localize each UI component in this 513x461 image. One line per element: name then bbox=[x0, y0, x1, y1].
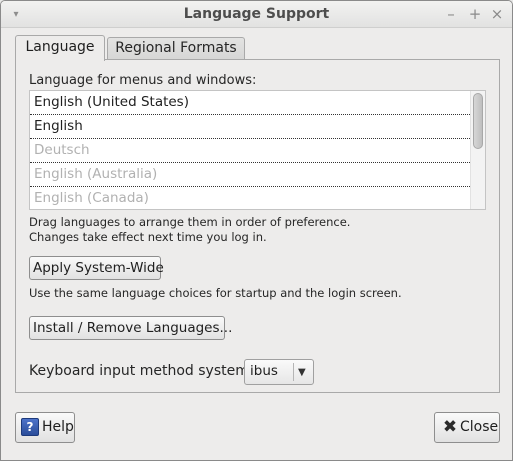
language-list-item[interactable]: English (Australia) bbox=[30, 163, 470, 187]
language-list[interactable]: English (United States) English Deutsch … bbox=[29, 90, 486, 210]
language-list-item[interactable]: Deutsch bbox=[30, 139, 470, 163]
help-button-label: Help bbox=[42, 419, 74, 435]
close-icon: ✖ bbox=[442, 417, 458, 437]
combo-divider bbox=[293, 363, 294, 381]
chevron-down-icon: ▼ bbox=[298, 367, 306, 378]
minimize-button[interactable]: – bbox=[443, 5, 459, 23]
help-button[interactable]: ? Help bbox=[15, 412, 75, 443]
language-list-item[interactable]: English bbox=[30, 115, 470, 139]
window-title: Language Support bbox=[183, 6, 330, 22]
language-list-item[interactable]: English (Canada) bbox=[30, 187, 470, 209]
language-list-item[interactable]: English (United States) bbox=[30, 91, 470, 115]
apply-system-wide-button[interactable]: Apply System-Wide bbox=[29, 256, 164, 280]
scrollbar-thumb[interactable] bbox=[473, 93, 483, 149]
help-icon: ? bbox=[21, 418, 39, 436]
keyboard-input-label: Keyboard input method system: bbox=[29, 363, 254, 379]
close-button-label: Close bbox=[460, 419, 499, 435]
title-bar: ▾ Language Support – + × bbox=[1, 1, 512, 28]
close-button[interactable]: ✖ Close bbox=[434, 412, 500, 443]
tab-regional-formats[interactable]: Regional Formats bbox=[107, 37, 245, 60]
language-support-window: ▾ Language Support – + × Language Region… bbox=[0, 0, 513, 461]
keyboard-input-select[interactable]: ibus ▼ bbox=[244, 359, 314, 385]
drag-instructions: Drag languages to arrange them in order … bbox=[29, 215, 351, 229]
tab-language[interactable]: Language bbox=[15, 35, 105, 61]
language-list-label: Language for menus and windows: bbox=[29, 73, 257, 88]
apply-note: Use the same language choices for startu… bbox=[29, 286, 402, 300]
install-remove-languages-button[interactable]: Install / Remove Languages... bbox=[29, 316, 232, 340]
keyboard-input-value: ibus bbox=[250, 363, 278, 379]
maximize-button[interactable]: + bbox=[467, 5, 483, 23]
restart-note: Changes take effect next time you log in… bbox=[29, 230, 267, 244]
language-list-scrollbar[interactable] bbox=[470, 91, 485, 209]
window-close-button[interactable]: × bbox=[489, 5, 505, 23]
